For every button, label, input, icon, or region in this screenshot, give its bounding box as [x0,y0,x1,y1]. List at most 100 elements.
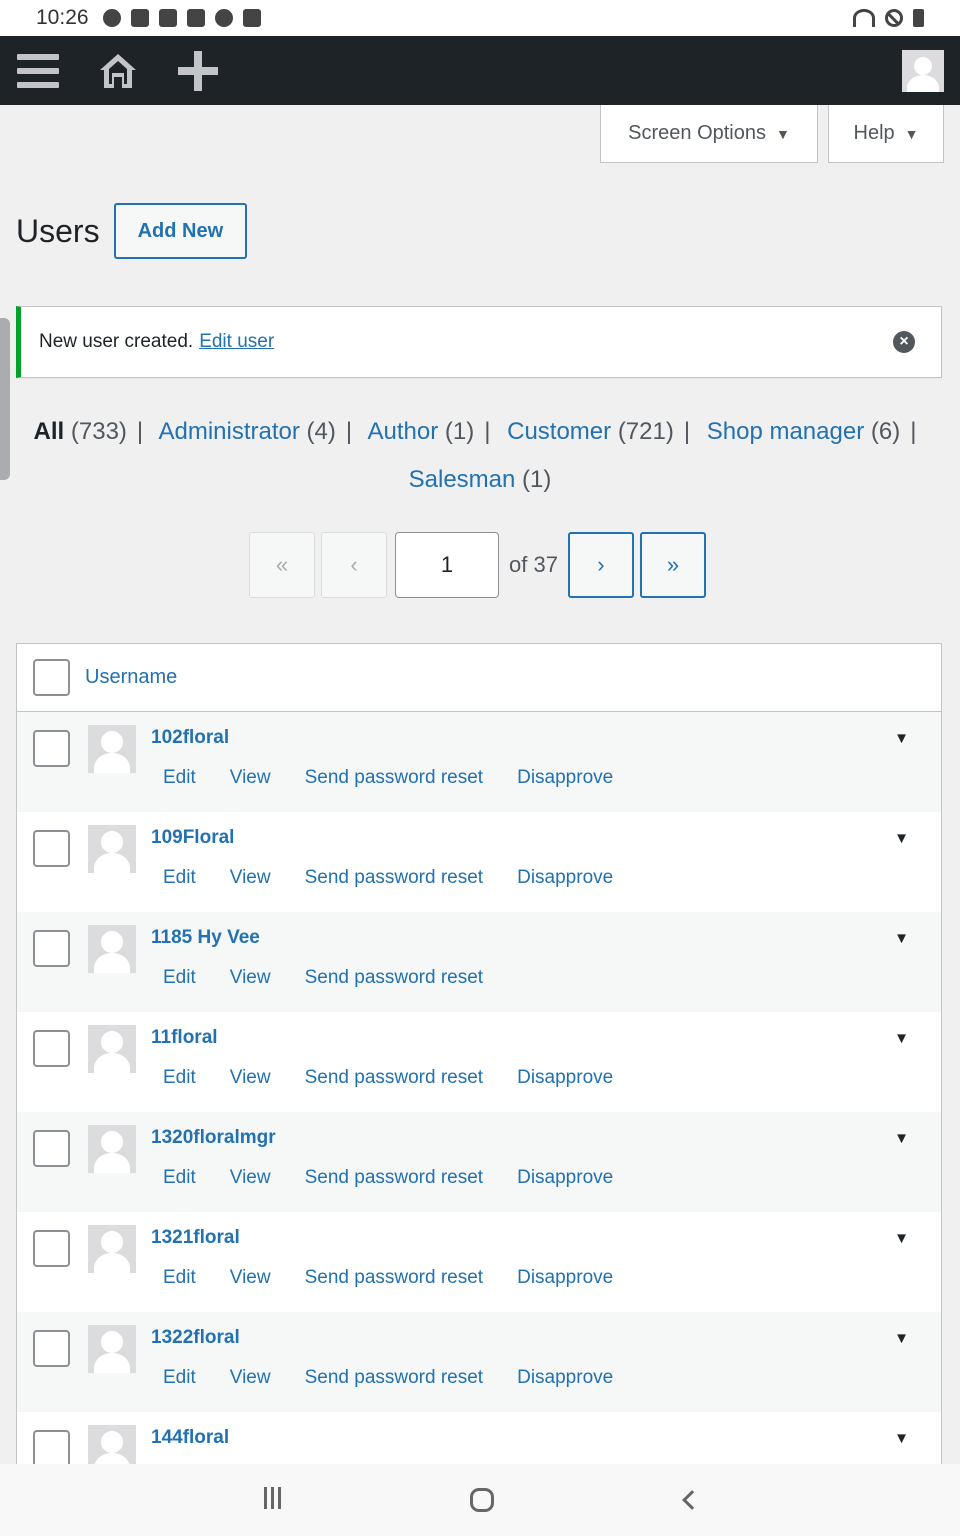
row-action-view[interactable]: View [230,867,271,889]
row-action-disapprove[interactable]: Disapprove [517,1167,613,1189]
row-action-view[interactable]: View [230,1367,271,1389]
my-account-button[interactable] [902,36,944,105]
row-action-edit[interactable]: Edit [163,1167,196,1189]
username-link[interactable]: 1320floralmgr [151,1127,276,1149]
username-link[interactable]: 109Floral [151,827,234,849]
recent-apps-button[interactable] [260,1484,284,1516]
row-action-edit[interactable]: Edit [163,1367,196,1389]
row-actions: Edit View Send password reset Disapprove [163,1167,647,1189]
row-action-disapprove[interactable]: Disapprove [517,1067,613,1089]
caret-down-icon: ▼ [776,125,790,142]
app-notification-icon [158,9,177,27]
username-link[interactable]: 144floral [151,1427,229,1449]
row-action-send-password-reset[interactable]: Send password reset [305,1167,484,1189]
toggle-row-details-icon[interactable]: ▼ [894,930,909,947]
row-action-disapprove[interactable]: Disapprove [517,1367,613,1389]
toggle-row-details-icon[interactable]: ▼ [894,1130,909,1147]
filter-all[interactable]: All (733) [34,418,127,445]
username-link[interactable]: 102floral [151,727,229,749]
row-action-view[interactable]: View [230,1067,271,1089]
username-link[interactable]: 1185 Hy Vee [151,927,260,949]
row-action-view[interactable]: View [230,767,271,789]
select-all-checkbox[interactable] [33,659,70,696]
username-link[interactable]: 1321floral [151,1227,240,1249]
add-new-button[interactable]: Add New [113,203,248,259]
row-action-disapprove[interactable]: Disapprove [517,867,613,889]
filter-shop-manager[interactable]: Shop manager (6) [707,418,900,445]
row-action-disapprove[interactable]: Disapprove [517,767,613,789]
table-row: 1321floral Edit View Send password reset Dis… [17,1212,941,1312]
username-link[interactable]: 1322floral [151,1327,240,1349]
row-checkbox[interactable] [33,1030,70,1067]
row-action-send-password-reset[interactable]: Send password reset [305,767,484,789]
table-row: 1185 Hy Vee Edit View Send password reset ▼ [17,912,941,1012]
edit-user-link[interactable]: Edit user [199,331,274,353]
screen-options-button[interactable]: Screen Options ▼ [600,105,818,163]
row-checkbox[interactable] [33,1330,70,1367]
row-action-disapprove[interactable]: Disapprove [517,1267,613,1289]
row-checkbox[interactable] [33,1130,70,1167]
username-link[interactable]: 11floral [151,1027,218,1049]
row-checkbox[interactable] [33,930,70,967]
filter-salesman[interactable]: Salesman (1) [409,466,552,493]
shield-notification-icon [214,9,233,27]
table-row: 102floral Edit View Send password reset Disa… [17,712,941,812]
row-action-send-password-reset[interactable]: Send password reset [305,867,484,889]
toggle-row-details-icon[interactable]: ▼ [894,1330,909,1347]
row-action-send-password-reset[interactable]: Send password reset [305,1067,484,1089]
site-home-button[interactable] [96,36,140,105]
android-nav-bar [0,1464,960,1536]
users-table: Username 102floral Edit View Send password … [16,643,942,1473]
toggle-row-details-icon[interactable]: ▼ [894,830,909,847]
row-action-view[interactable]: View [230,1167,271,1189]
nav-home-button[interactable] [469,1484,495,1516]
row-action-edit[interactable]: Edit [163,767,196,789]
prev-page-button[interactable]: ‹ [321,532,387,598]
row-action-edit[interactable]: Edit [163,1067,196,1089]
row-action-edit[interactable]: Edit [163,967,196,989]
do-not-disturb-icon [885,9,903,27]
settings-notification-icon [102,9,121,27]
notice-message: New user created. [39,331,194,352]
toggle-row-details-icon[interactable]: ▼ [894,730,909,747]
current-page-input[interactable]: 1 [395,532,499,598]
last-page-button[interactable]: » [639,532,706,598]
filter-author[interactable]: Author (1) [367,418,474,445]
new-content-button[interactable] [176,36,220,105]
toggle-row-details-icon[interactable]: ▼ [894,1230,909,1247]
back-button[interactable] [682,1484,702,1516]
pagination: « ‹ 1 of 37 › » [249,532,712,598]
row-action-send-password-reset[interactable]: Send password reset [305,1367,484,1389]
next-page-button[interactable]: › [567,532,634,598]
user-avatar-icon [902,49,944,92]
row-action-edit[interactable]: Edit [163,1267,196,1289]
first-page-button[interactable]: « [249,532,315,598]
row-checkbox[interactable] [33,1230,70,1267]
filter-customer[interactable]: Customer (721) [507,418,674,445]
row-checkbox[interactable] [33,1430,70,1467]
row-action-edit[interactable]: Edit [163,867,196,889]
help-button[interactable]: Help ▼ [828,105,944,163]
username-column-header[interactable]: Username [85,666,177,689]
battery-icon [913,9,924,27]
row-checkbox[interactable] [33,730,70,767]
toggle-row-details-icon[interactable]: ▼ [894,1030,909,1047]
user-avatar-icon [88,1325,136,1373]
user-avatar-icon [88,725,136,773]
row-action-send-password-reset[interactable]: Send password reset [305,967,484,989]
row-action-view[interactable]: View [230,1267,271,1289]
row-action-send-password-reset[interactable]: Send password reset [305,1267,484,1289]
row-checkbox[interactable] [33,830,70,867]
toggle-row-details-icon[interactable]: ▼ [894,1430,909,1447]
dismiss-notice-icon[interactable]: × [893,331,915,353]
table-body: 102floral Edit View Send password reset Disa… [17,712,941,1472]
filter-administrator[interactable]: Administrator (4) [159,418,336,445]
row-actions: Edit View Send password reset [163,967,517,989]
hamburger-icon [17,53,59,88]
menu-toggle-button[interactable] [16,36,60,105]
status-time: 10:26 [36,6,89,29]
row-action-view[interactable]: View [230,967,271,989]
user-avatar-icon [88,925,136,973]
drive-notification-icon [186,9,205,27]
table-row: 1322floral Edit View Send password reset Dis… [17,1312,941,1412]
